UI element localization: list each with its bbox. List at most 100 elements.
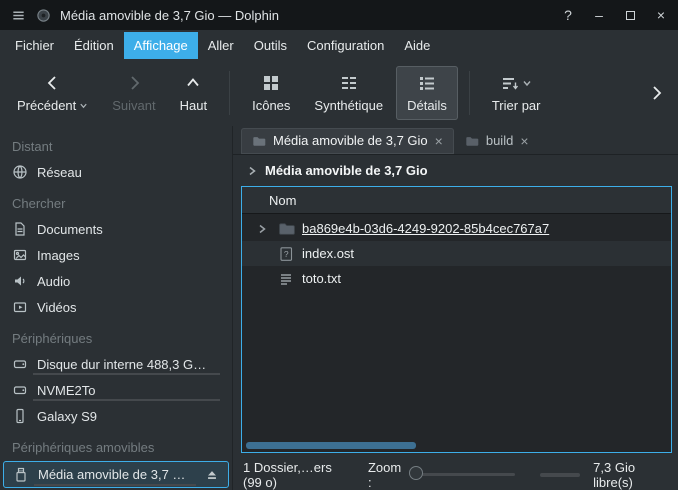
file-view: Nom ba869e4b-03d6-4249-9202-85b4cec767a7: [241, 186, 672, 453]
tab-close-icon[interactable]: ×: [435, 134, 443, 148]
compact-view-label: Synthétique: [314, 98, 383, 113]
window-title: Média amovible de 3,7 Gio — Dolphin: [60, 8, 279, 23]
sidebar-item-galaxy-s9[interactable]: Galaxy S9: [0, 403, 232, 429]
details-view-label: Détails: [407, 98, 447, 113]
tab-label: build: [486, 133, 513, 148]
file-name[interactable]: toto.txt: [302, 271, 341, 286]
close-button[interactable]: ×: [654, 8, 668, 22]
maximize-button[interactable]: [623, 8, 637, 22]
main-area: Distant Réseau Chercher Documents Images…: [0, 126, 678, 490]
expand-arrow-icon[interactable]: [254, 223, 270, 235]
forward-button[interactable]: Suivant: [101, 66, 166, 120]
eject-button[interactable]: [205, 468, 219, 482]
icons-view-button[interactable]: Icônes: [241, 66, 301, 120]
tab-close-icon[interactable]: ×: [520, 134, 528, 148]
file-name[interactable]: index.ost: [302, 246, 354, 261]
maximize-icon: [626, 11, 635, 20]
compact-view-button[interactable]: Synthétique: [303, 66, 394, 120]
menu-affichage[interactable]: Affichage: [124, 32, 198, 59]
text-file-icon: [277, 271, 295, 287]
file-name[interactable]: ba869e4b-03d6-4249-9202-85b4cec767a7: [302, 221, 549, 236]
chevron-left-icon: [43, 73, 63, 93]
details-view-button[interactable]: Détails: [396, 66, 458, 120]
content-area: Média amovible de 3,7 Gio × build × Médi…: [233, 126, 678, 490]
audio-icon: [12, 273, 28, 289]
harddisk-icon: [12, 356, 28, 372]
sort-by-button[interactable]: Trier par: [481, 66, 552, 120]
sidebar-item-media-amovible[interactable]: Média amovible de 3,7 …: [3, 461, 229, 488]
chevron-right-icon: [246, 165, 258, 177]
menubar: Fichier Édition Affichage Aller Outils C…: [0, 30, 678, 60]
places-section-distant: Distant: [0, 128, 232, 159]
sidebar-item-label: Réseau: [37, 165, 82, 180]
forward-label: Suivant: [112, 98, 155, 113]
tab-media-amovible[interactable]: Média amovible de 3,7 Gio ×: [241, 128, 454, 154]
breadcrumb[interactable]: Média amovible de 3,7 Gio: [233, 155, 678, 186]
document-icon: [12, 221, 28, 237]
sidebar-item-audio[interactable]: Audio: [0, 268, 232, 294]
menu-aller[interactable]: Aller: [198, 32, 244, 59]
menu-edition[interactable]: Édition: [64, 32, 124, 59]
toolbar-separator: [229, 71, 230, 115]
column-header-nom[interactable]: Nom: [242, 187, 671, 214]
zoom-slider[interactable]: [416, 473, 514, 476]
window-controls: ? – ×: [561, 8, 668, 22]
places-section-peripheriques: Périphériques: [0, 320, 232, 351]
folder-icon: [252, 134, 266, 148]
breadcrumb-location: Média amovible de 3,7 Gio: [265, 163, 428, 178]
sidebar-item-label: NVME2To: [37, 383, 96, 398]
application-menu-icon[interactable]: [10, 7, 26, 23]
places-section-chercher: Chercher: [0, 185, 232, 216]
icons-view-label: Icônes: [252, 98, 290, 113]
phone-icon: [12, 408, 28, 424]
sidebar-item-documents[interactable]: Documents: [0, 216, 232, 242]
file-row[interactable]: ? index.ost: [242, 241, 671, 266]
menu-aide[interactable]: Aide: [394, 32, 440, 59]
sidebar-item-disque-dur[interactable]: Disque dur interne 488,3 G…: [0, 351, 232, 377]
chevron-right-icon: [647, 83, 667, 103]
details-view-icon: [418, 73, 436, 93]
toolbar-separator: [469, 71, 470, 115]
chevron-right-icon: [124, 73, 144, 93]
svg-text:?: ?: [284, 249, 289, 259]
status-summary: 1 Dossier,…ers (99 o): [243, 460, 354, 490]
image-icon: [12, 247, 28, 263]
sidebar-item-label: Images: [37, 248, 80, 263]
file-row[interactable]: ba869e4b-03d6-4249-9202-85b4cec767a7: [242, 216, 671, 241]
places-panel: Distant Réseau Chercher Documents Images…: [0, 126, 233, 490]
free-space-label: 7,3 Gio libre(s): [593, 460, 668, 490]
sort-icon: [501, 74, 519, 92]
eject-icon: [205, 468, 219, 482]
horizontal-scrollbar[interactable]: [246, 442, 416, 449]
minimize-button[interactable]: –: [592, 8, 606, 22]
tab-build[interactable]: build ×: [454, 128, 540, 154]
app-icon: [35, 7, 51, 23]
sidebar-item-nvme2to[interactable]: NVME2To: [0, 377, 232, 403]
sidebar-item-videos[interactable]: Vidéos: [0, 294, 232, 320]
menu-fichier[interactable]: Fichier: [5, 32, 64, 59]
sidebar-item-label: Galaxy S9: [37, 409, 97, 424]
column-header-label: Nom: [269, 193, 296, 208]
disk-usage-bar: [33, 373, 220, 375]
menu-outils[interactable]: Outils: [244, 32, 297, 59]
up-button[interactable]: Haut: [169, 66, 218, 120]
back-button[interactable]: Précédent: [6, 66, 99, 120]
zoom-label: Zoom :: [368, 460, 404, 490]
sort-by-label: Trier par: [492, 98, 541, 113]
sidebar-item-label: Disque dur interne 488,3 G…: [37, 357, 206, 372]
usb-icon: [13, 467, 29, 483]
free-space-bar: [540, 473, 580, 477]
video-icon: [12, 299, 28, 315]
sidebar-item-images[interactable]: Images: [0, 242, 232, 268]
file-rows: ba869e4b-03d6-4249-9202-85b4cec767a7 ? i…: [242, 214, 671, 452]
sidebar-item-reseau[interactable]: Réseau: [0, 159, 232, 185]
help-button[interactable]: ?: [561, 8, 575, 22]
menu-configuration[interactable]: Configuration: [297, 32, 394, 59]
disk-usage-bar: [34, 484, 196, 486]
toolbar-overflow-button[interactable]: [642, 83, 672, 103]
view-wrapper: Nom ba869e4b-03d6-4249-9202-85b4cec767a7: [233, 186, 678, 459]
titlebar: Média amovible de 3,7 Gio — Dolphin ? – …: [0, 0, 678, 30]
file-row[interactable]: toto.txt: [242, 266, 671, 291]
chevron-up-icon: [183, 73, 203, 93]
tab-bar: Média amovible de 3,7 Gio × build ×: [233, 126, 678, 155]
